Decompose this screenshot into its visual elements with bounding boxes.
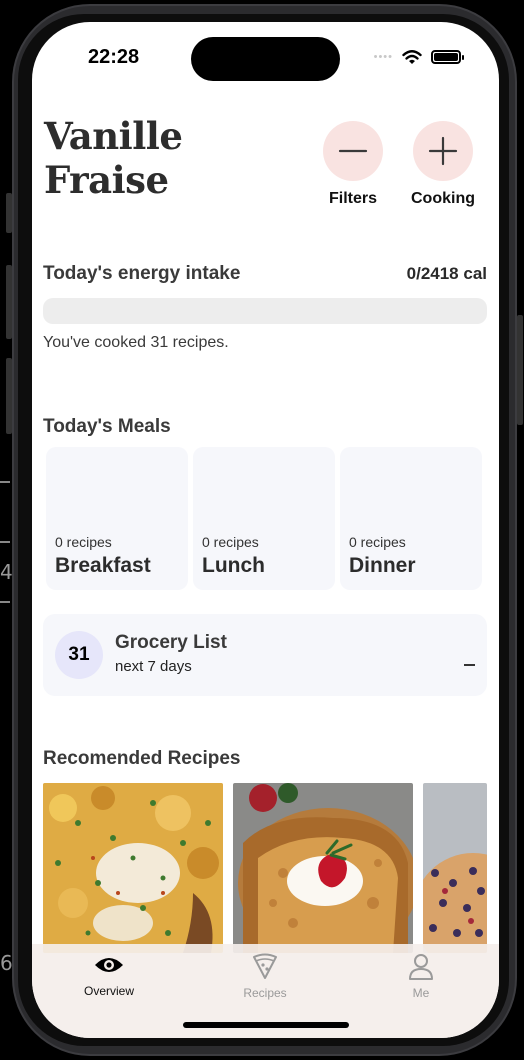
app-logo: Vanille Fraise [44, 114, 183, 202]
tab-recipes-label: Recipes [243, 986, 287, 1000]
home-indicator[interactable] [183, 1022, 349, 1028]
energy-intake-value: 0/2418 cal [406, 264, 487, 283]
plus-icon [428, 136, 458, 166]
meal-name: Breakfast [55, 554, 151, 577]
grocery-list-card[interactable]: 31 Grocery List next 7 days [43, 614, 487, 696]
meal-name: Dinner [349, 554, 416, 577]
recipe-card-french-toast[interactable] [233, 783, 413, 953]
signal-icon: •••• [373, 51, 393, 63]
volume-up-button [6, 265, 12, 339]
energy-intake-title: Today's energy intake [43, 263, 241, 284]
meals-section-title: Today's Meals [43, 416, 171, 437]
meal-recipe-count: 0 recipes [202, 534, 259, 550]
casserole-photo [43, 783, 223, 953]
filters-label: Filters [328, 190, 377, 207]
app-screen: 22:28 •••• Vanille Fraise Filters Cookin… [32, 22, 499, 1038]
cooking-button[interactable]: Cooking [401, 121, 485, 208]
berry-bake-photo [423, 783, 487, 953]
filters-button[interactable]: Filters [311, 121, 395, 208]
meal-recipe-count: 0 recipes [349, 534, 406, 550]
meal-recipe-count: 0 recipes [55, 534, 112, 550]
grocery-subtitle: next 7 days [115, 658, 192, 675]
meals-row: 0 recipes Breakfast 0 recipes Lunch 0 re… [46, 447, 482, 590]
edge-digit: 6 [0, 951, 13, 975]
recommended-section-title: Recomended Recipes [43, 748, 241, 769]
meal-card-dinner[interactable]: 0 recipes Dinner [340, 447, 482, 590]
logo-line-2: Fraise [44, 158, 169, 202]
volume-down-button [6, 358, 12, 434]
cooked-count-note: You've cooked 31 recipes. [43, 334, 229, 351]
meal-card-lunch[interactable]: 0 recipes Lunch [193, 447, 335, 590]
person-icon [409, 954, 433, 980]
eye-icon [95, 958, 123, 972]
tab-overview[interactable]: Overview [59, 952, 159, 998]
power-button [517, 315, 523, 425]
grocery-title: Grocery List [115, 632, 227, 653]
recipe-card-berry-bake[interactable] [423, 783, 487, 953]
tab-me[interactable]: Me [371, 952, 471, 1000]
meal-card-breakfast[interactable]: 0 recipes Breakfast [46, 447, 188, 590]
pizza-slice-icon [253, 953, 277, 979]
edge-tick [0, 541, 10, 543]
edge-tick [0, 481, 10, 483]
french-toast-photo [233, 783, 413, 953]
recommended-recipes-carousel[interactable] [43, 783, 487, 953]
action-side-button [6, 193, 12, 233]
grocery-count-badge: 31 [55, 631, 103, 679]
status-indicators: •••• [373, 49, 464, 65]
minus-icon [338, 149, 368, 153]
energy-progress-bar [43, 298, 487, 324]
logo-line-1: Vanille [44, 114, 183, 158]
collapse-icon[interactable] [464, 664, 475, 666]
tab-overview-label: Overview [83, 984, 134, 998]
tab-me-label: Me [412, 986, 430, 1000]
tab-recipes[interactable]: Recipes [215, 952, 315, 1000]
recipe-card-casserole[interactable] [43, 783, 223, 953]
cooking-label: Cooking [411, 190, 475, 207]
dynamic-island [191, 37, 340, 81]
status-time: 22:28 [88, 46, 140, 68]
edge-tick [0, 601, 10, 603]
wifi-icon [402, 50, 422, 64]
battery-icon [431, 50, 464, 64]
meal-name: Lunch [202, 554, 265, 577]
edge-digit: 4 [0, 560, 13, 584]
